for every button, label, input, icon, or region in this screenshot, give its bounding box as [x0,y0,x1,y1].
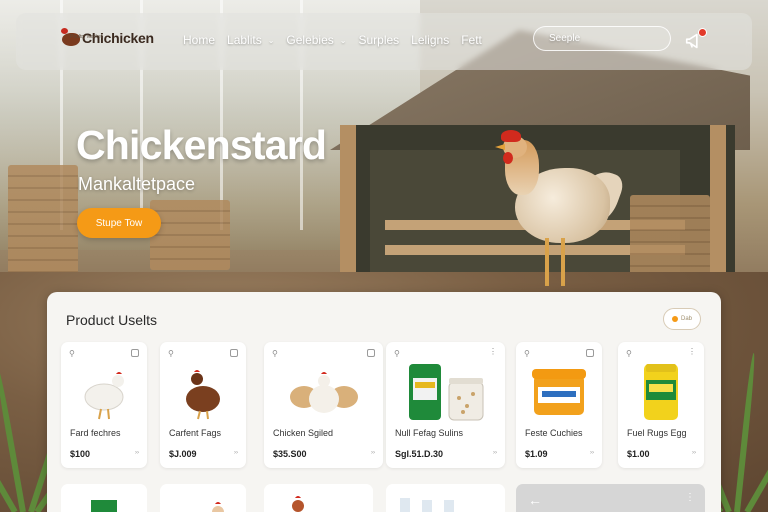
product-card-partial[interactable] [61,484,147,512]
bottles-icon [400,498,454,512]
product-price: $J.009 [169,449,197,459]
chevron-down-icon: ⌄ [267,35,275,45]
toggle-dot-icon [671,316,678,322]
nav-link-label: Leligns [411,33,450,47]
product-price: Sgl.51.D.30 [395,449,444,459]
nav-link-label: Home [183,33,216,47]
feed-bag-icon [91,500,117,512]
more-vertical-icon[interactable]: ⋮ [685,492,695,503]
more-icon[interactable]: ›› [371,450,375,456]
product-name: Fuel Rugs Egg [627,428,687,438]
nav-link-home[interactable]: Home [183,33,215,47]
product-card[interactable]: ⚲ Fard fechres $100 ›› [61,342,147,468]
bookmark-icon[interactable] [131,349,139,357]
product-price: $100 [70,449,91,459]
pin-icon[interactable]: ⚲ [69,349,75,358]
rooster-image [493,130,627,290]
carousel-control[interactable]: ← ⋮ [516,484,705,512]
more-icon[interactable]: ›› [493,450,497,456]
product-card[interactable]: ⚲ Carfent Fags $J.009 ›› [160,342,246,468]
hen-icon [212,502,224,512]
feed-tub-icon [516,360,602,422]
hero-subtitle: Mankaltetpace [78,174,196,194]
more-icon[interactable]: ›› [590,450,594,456]
view-toggle[interactable]: Dab [663,308,701,330]
pin-icon[interactable]: ⚲ [394,349,400,358]
bookmark-icon[interactable] [586,349,594,357]
nav-link-lablits[interactable]: Lablits ⌄ [227,33,274,47]
more-vertical-icon[interactable]: ⋮ [688,347,696,356]
product-card-partial[interactable] [386,484,505,512]
product-name: Carfent Fags [169,428,222,438]
more-icon[interactable]: ›› [692,450,696,456]
product-name: Fard fechres [70,428,121,438]
product-card[interactable]: ⚲ Chicken Sgiled $35.S00 ›› [264,342,383,468]
arrow-left-icon[interactable]: ← [528,492,542,508]
hero-cta-button[interactable]: Stupe Tow [77,208,161,238]
nav-links: Home Lablits ⌄ Gelebies ⌄ Surples Leligns … [183,33,494,47]
nav-link-leligns[interactable]: Leligns [411,33,449,47]
chicks-icon [264,360,383,422]
pin-icon[interactable]: ⚲ [626,349,632,358]
product-price: $35.S00 [273,449,307,459]
search-input[interactable]: Seeple [533,26,671,51]
nav-link-label: Gelebies [286,33,334,47]
nav-link-label: Lablits [227,33,262,47]
top-navbar: Chichicken Poultry Market Home Lablits ⌄ … [16,13,752,70]
search-placeholder: Seeple [549,33,581,44]
white-hen-icon [61,360,147,422]
bookmark-icon[interactable] [367,349,375,357]
feed-bag-icon [386,360,505,422]
notification-badge [698,28,707,37]
product-card[interactable]: ⚲ ⋮ Fuel Rugs Egg $1.00 ›› [618,342,704,468]
supplement-jar-icon [618,360,704,422]
pin-icon[interactable]: ⚲ [168,349,174,358]
product-name: Chicken Sgiled [273,428,334,438]
product-card[interactable]: ⚲ ⋮ Null Fefag Sulins Sgl.51.D.30 ›› [386,342,505,468]
pin-icon[interactable]: ⚲ [272,349,278,358]
nav-link-surples[interactable]: Surples [358,33,399,47]
nav-link-label: Surples [358,33,400,47]
more-icon[interactable]: ›› [135,450,139,456]
nav-link-fett[interactable]: Fett [461,33,482,47]
brown-hen-icon [160,360,246,422]
megaphone-icon[interactable] [684,28,707,52]
chevron-down-icon: ⌄ [339,35,347,45]
product-card-partial[interactable] [264,484,373,512]
rooster-icon [292,496,304,512]
product-price: $1.09 [525,449,548,459]
hero-title: Chickenstard [76,122,327,168]
bookmark-icon[interactable] [230,349,238,357]
product-name: Feste Cuchies [525,428,583,438]
nav-link-gelebies[interactable]: Gelebies ⌄ [286,33,346,47]
toggle-label: Dab [680,316,692,322]
product-card[interactable]: ⚲ Feste Cuchies $1.09 ›› [516,342,602,468]
product-price: $1.00 [627,449,650,459]
section-title: Product Uselts [66,312,158,328]
more-icon[interactable]: ›› [234,450,238,456]
product-card-partial[interactable] [160,484,246,512]
more-vertical-icon[interactable]: ⋮ [489,347,497,356]
brand-tagline: Poultry Market [70,34,103,40]
product-name: Null Fefag Sulins [395,428,464,438]
pin-icon[interactable]: ⚲ [524,349,530,358]
nav-link-label: Fett [461,33,482,47]
